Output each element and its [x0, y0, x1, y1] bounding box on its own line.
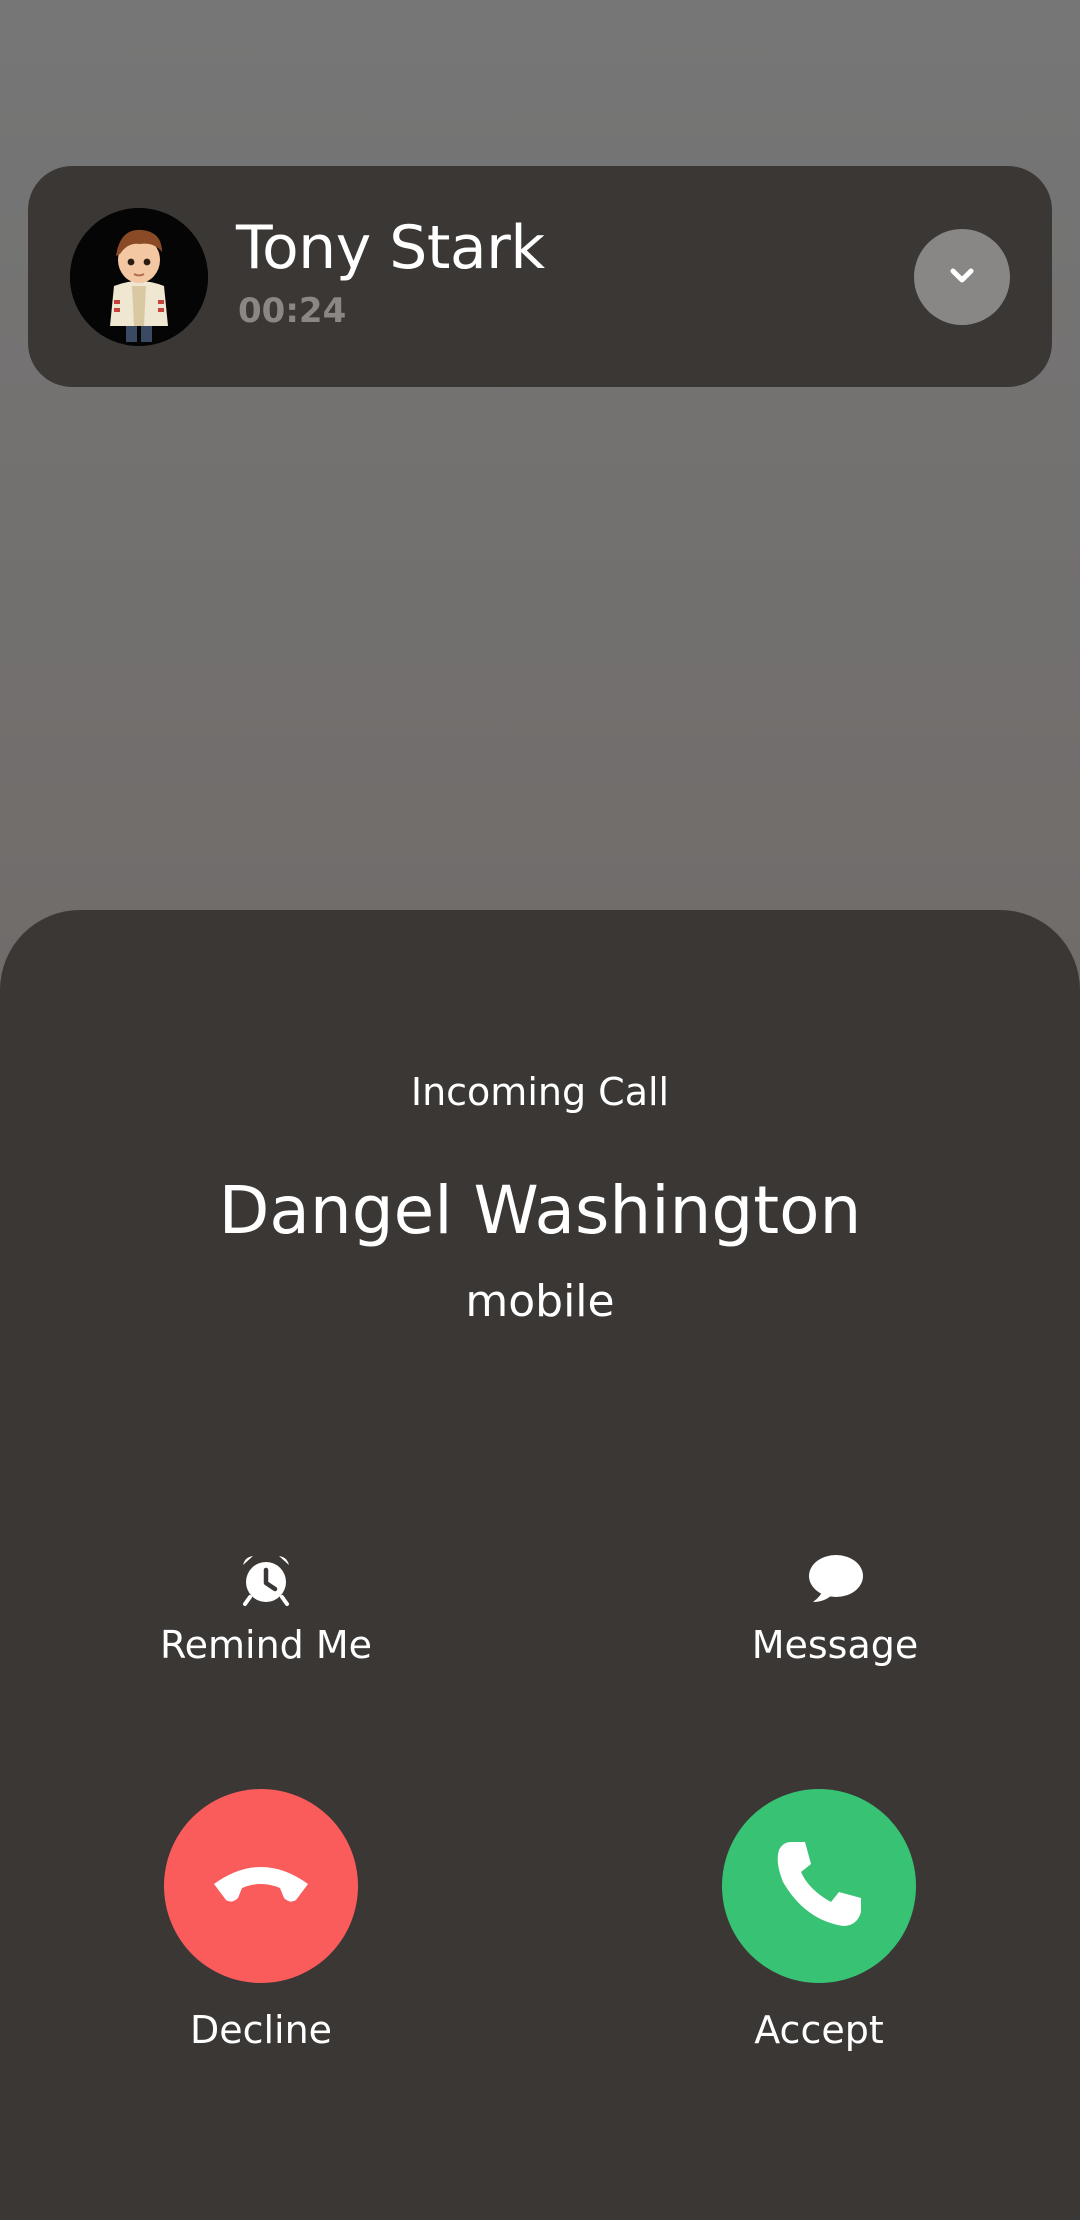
decline-button[interactable] — [164, 1789, 358, 1983]
incoming-call-title: Incoming Call — [410, 1070, 670, 1114]
number-type: mobile — [465, 1276, 615, 1327]
remind-me-button[interactable]: Remind Me — [116, 1550, 416, 1664]
collapse-button[interactable] — [914, 229, 1010, 325]
decline-action: Decline — [111, 1789, 411, 2049]
call-screen: Tony Stark 00:24 Incoming Call Dangel Wa… — [0, 0, 1080, 2220]
phone-icon — [769, 1834, 869, 1938]
incoming-caller-name: Dangel Washington — [218, 1172, 862, 1249]
call-duration: 00:24 — [238, 291, 347, 331]
alarm-clock-icon — [236, 1550, 296, 1610]
accept-button[interactable] — [722, 1789, 916, 1983]
accept-label: Accept — [754, 2008, 884, 2052]
chevron-down-icon — [942, 255, 982, 299]
ongoing-caller-name: Tony Stark — [236, 213, 545, 283]
message-label: Message — [751, 1623, 919, 1667]
speech-bubble-icon — [805, 1550, 865, 1610]
remind-me-label: Remind Me — [159, 1623, 373, 1667]
accept-action: Accept — [669, 1789, 969, 2049]
hang-up-icon — [206, 1854, 316, 1918]
incoming-call-sheet: Incoming Call Dangel Washington mobile R… — [0, 910, 1080, 2220]
decline-label: Decline — [189, 2008, 333, 2052]
caller-avatar — [70, 208, 208, 346]
message-button[interactable]: Message — [685, 1550, 985, 1664]
ongoing-call-card[interactable]: Tony Stark 00:24 — [28, 166, 1052, 387]
